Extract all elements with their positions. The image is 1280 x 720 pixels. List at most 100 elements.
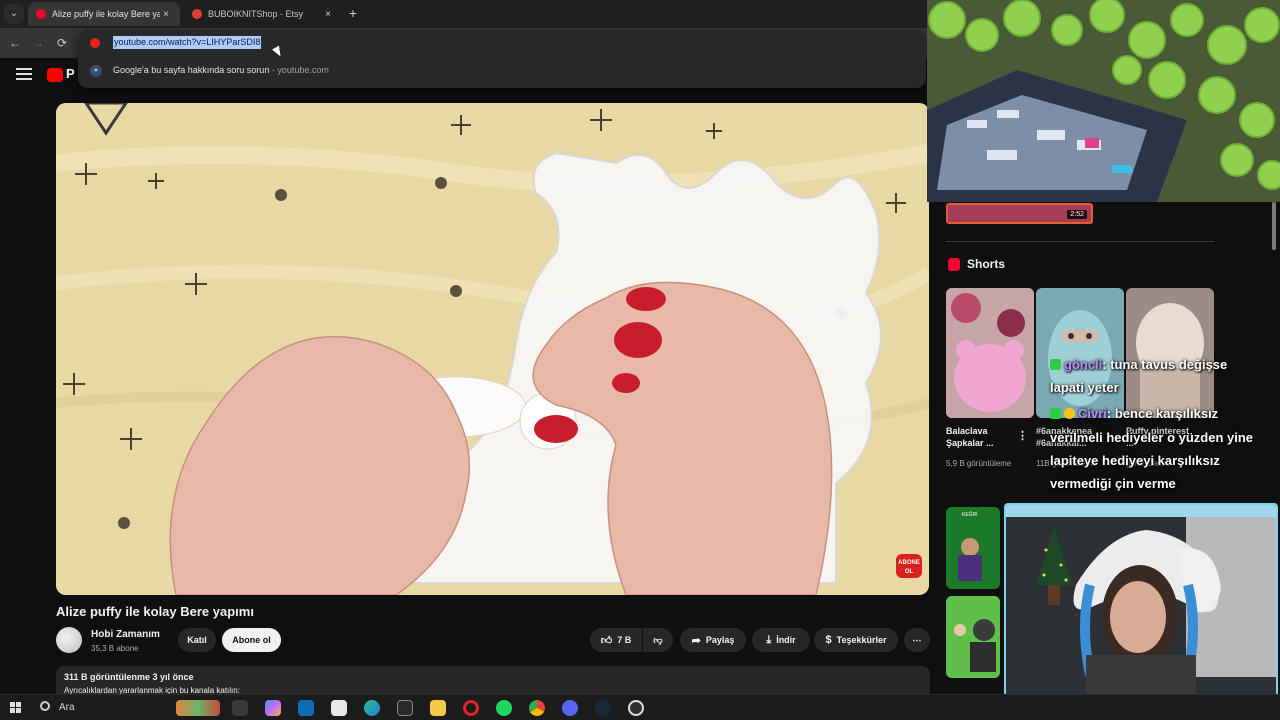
microsoft-store-icon[interactable] — [331, 700, 347, 716]
taskbar-search-label[interactable]: Ara — [59, 702, 75, 713]
short-thumbnail[interactable] — [1036, 288, 1124, 418]
chat-message-continued: vermediği çin verme — [1050, 476, 1176, 491]
chat-message-continued: verilmeli hediyeler o yüzden yine — [1050, 430, 1254, 445]
sidebar-divider — [946, 241, 1214, 242]
card-image — [946, 596, 1000, 678]
like-button[interactable]: 👍︎ 7 B — [590, 628, 642, 652]
like-count: 7 B — [617, 635, 632, 645]
youtube-logo-icon[interactable] — [47, 68, 63, 82]
discord-icon[interactable] — [562, 700, 578, 716]
chat-message: göncli: tuna tavus değişse — [1050, 357, 1227, 372]
tab-title: BUBOIKNITShop - Etsy — [208, 9, 304, 19]
sidebar-card-thumbnail[interactable]: KEĞRİ — [946, 507, 1000, 589]
new-tab-button[interactable]: + — [346, 6, 360, 20]
pinterest-favicon-icon — [192, 9, 202, 19]
hamburger-menu-icon[interactable] — [16, 68, 32, 82]
download-icon: ⤓ — [766, 633, 772, 646]
windows-start-icon[interactable] — [10, 702, 22, 714]
thumbs-up-icon: 👍︎ — [600, 634, 613, 647]
more-actions-button[interactable]: ⋯ — [904, 628, 930, 652]
short-image — [946, 288, 1034, 418]
epic-games-icon[interactable] — [397, 700, 413, 716]
short-image — [1126, 288, 1214, 418]
obs-icon[interactable] — [628, 700, 644, 716]
windows-taskbar: Ara — [0, 694, 1280, 720]
short-more-icon[interactable]: ⋮ — [1017, 429, 1028, 442]
youtube-favicon-icon — [36, 9, 46, 19]
edge-icon[interactable] — [364, 700, 380, 716]
short-title[interactable]: Balaclava Şapkalar ... — [946, 425, 1016, 449]
spotify-icon[interactable] — [496, 700, 512, 716]
share-icon: ➦ — [691, 634, 701, 647]
page-scrollbar[interactable] — [1272, 202, 1276, 250]
video-duration: 2:52 — [1067, 210, 1087, 219]
short-image — [1036, 288, 1124, 418]
share-button[interactable]: ➦ Paylaş — [680, 628, 746, 652]
chat-username: Civri — [1078, 406, 1107, 421]
tab-etsy[interactable]: BUBOIKNITShop - Etsy × — [184, 2, 342, 26]
gemini-icon: ✦ — [90, 65, 102, 77]
short-thumbnail[interactable] — [1126, 288, 1214, 418]
subscriber-count: 35,3 B abone — [91, 644, 139, 653]
screen: ⌄ Alize puffy ile kolay Bere yapımı × BU… — [0, 0, 1280, 720]
chat-username: göncli — [1064, 357, 1103, 372]
sidebar-card-thumbnail[interactable] — [946, 596, 1000, 678]
chat-message-continued: lapati yeter — [1050, 380, 1119, 395]
youtube-logo-text: P — [66, 66, 75, 81]
streamer-webcam — [1004, 503, 1278, 715]
subscribe-watermark-badge[interactable]: ABONE OL — [896, 554, 922, 578]
short-views: 5,9 B görüntüleme — [946, 459, 1012, 468]
thanks-button[interactable]: $ Teşekkürler — [814, 628, 898, 652]
chat-message-continued: lapiteye hediyeyi karşılıksız — [1050, 453, 1220, 468]
download-button[interactable]: ⤓ İndir — [752, 628, 810, 652]
opera-icon[interactable] — [463, 700, 479, 716]
reload-button[interactable]: ⟳ — [53, 34, 71, 52]
task-view-icon[interactable] — [232, 700, 248, 716]
thumbs-down-icon: 👎︎ — [653, 634, 663, 645]
chat-badge-icon — [1050, 359, 1061, 370]
thanks-icon: $ — [825, 634, 832, 646]
chat-text: : tuna tavus değişse — [1102, 357, 1228, 372]
chat-message: Civri: bence karşılıksız — [1050, 406, 1218, 421]
file-explorer-icon[interactable] — [430, 700, 446, 716]
youtube-favicon-icon — [90, 38, 100, 48]
game-thumbnail-icon[interactable] — [176, 700, 220, 716]
overhead-webcam — [927, 0, 1280, 202]
omnibox-dropdown: youtube.com/watch?v=LIHYParSDI8 ✦ Google… — [78, 30, 926, 88]
channel-avatar[interactable] — [56, 627, 82, 653]
subscribe-button[interactable]: Abone ol — [222, 628, 281, 652]
chrome-icon[interactable] — [529, 700, 545, 716]
forward-button[interactable]: → — [29, 34, 47, 52]
steam-icon[interactable] — [595, 700, 611, 716]
channel-name[interactable]: Hobi Zamanım — [91, 629, 160, 640]
tab-close-icon[interactable]: × — [160, 9, 172, 20]
omnibox-suggestion[interactable]: Google'a bu sayfa hakkında soru sorun - … — [113, 65, 329, 75]
view-count-date: 311 B görüntülenme 3 yıl önce — [64, 672, 194, 682]
card-image: KEĞRİ — [946, 507, 1000, 589]
shorts-icon — [948, 258, 960, 271]
browser-tab-strip: ⌄ Alize puffy ile kolay Bere yapımı × BU… — [0, 0, 928, 28]
suggestion-domain: - youtube.com — [269, 65, 329, 75]
join-button[interactable]: Katıl — [178, 628, 216, 652]
copilot-icon[interactable] — [265, 700, 281, 716]
download-label: İndir — [776, 635, 796, 645]
related-video-thumbnail[interactable]: 2:52 — [946, 203, 1093, 224]
tab-close-icon[interactable]: × — [322, 9, 334, 20]
tab-title: Alize puffy ile kolay Bere yapımı — [52, 9, 160, 19]
chat-text: : bence karşılıksız — [1106, 406, 1219, 421]
taskbar-search-icon[interactable] — [40, 701, 50, 711]
outlook-icon[interactable] — [298, 700, 314, 716]
tab-youtube[interactable]: Alize puffy ile kolay Bere yapımı × — [28, 2, 180, 26]
video-player[interactable] — [56, 103, 929, 595]
shorts-heading: Shorts — [967, 257, 1006, 271]
address-bar-input[interactable]: youtube.com/watch?v=LIHYParSDI8 — [113, 36, 262, 49]
share-label: Paylaş — [705, 635, 735, 645]
card-label: KEĞRİ — [962, 511, 978, 518]
dislike-button[interactable]: 👎︎ — [643, 628, 673, 652]
short-thumbnail[interactable] — [946, 288, 1034, 418]
tab-search-icon[interactable]: ⌄ — [4, 4, 24, 24]
video-title: Alize puffy ile kolay Bere yapımı — [56, 604, 254, 619]
thanks-label: Teşekkürler — [836, 635, 887, 645]
back-button[interactable]: ← — [6, 34, 24, 52]
video-frame — [56, 103, 929, 595]
